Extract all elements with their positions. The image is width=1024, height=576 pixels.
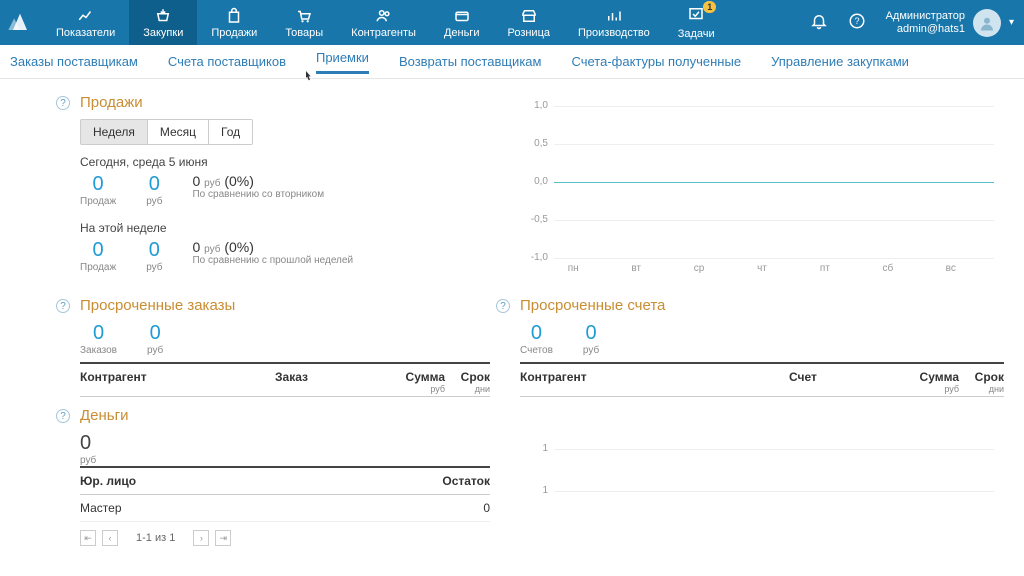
week-caption: На этой неделе (80, 221, 490, 235)
basket-in-icon (153, 7, 173, 25)
nav-money[interactable]: Деньги (430, 0, 494, 45)
seg-year[interactable]: Год (209, 120, 252, 144)
today-count: 0 (80, 173, 116, 196)
nav-purchases[interactable]: Закупки (129, 0, 197, 45)
bell-icon (810, 12, 828, 30)
pager-first[interactable]: ⇤ (80, 530, 96, 546)
user-menu[interactable]: Администраторadmin@hats1 ▾ (876, 9, 1024, 37)
money-widget: ? Деньги 0 руб Юр. лицо Остаток Мастер 0… (80, 407, 490, 546)
nav-sales[interactable]: Продажи (197, 0, 271, 45)
store-icon (519, 7, 539, 25)
nav-indicators[interactable]: Показатели (42, 0, 129, 45)
sub-returns[interactable]: Возвраты поставщикам (399, 54, 542, 69)
period-segment: Неделя Месяц Год (80, 119, 253, 145)
user-name: Администратор (886, 10, 965, 23)
chart-zero-line (554, 182, 994, 183)
user-login: admin@hats1 (886, 23, 965, 36)
wallet-icon (452, 7, 472, 25)
pager-last[interactable]: ⇥ (215, 530, 231, 546)
topbar: Показатели Закупки Продажи Товары Контра… (0, 0, 1024, 45)
nav-production[interactable]: Производство (564, 0, 664, 45)
table-row[interactable]: Мастер 0 (80, 495, 490, 522)
money-header: Юр. лицо Остаток (80, 466, 490, 495)
sub-invoices[interactable]: Счета поставщиков (168, 54, 286, 69)
nav-tasks[interactable]: 1Задачи (664, 0, 729, 45)
sales-title: Продажи (80, 94, 490, 111)
submenu: Заказы поставщикам Счета поставщиков При… (0, 45, 1024, 79)
chart-line-icon (76, 7, 96, 25)
help-button[interactable]: ? (838, 12, 876, 33)
sales-widget: ? Продажи Неделя Месяц Год Сегодня, сред… (80, 94, 490, 287)
sub-receipts[interactable]: Приемки (316, 50, 369, 74)
svg-text:?: ? (854, 16, 859, 26)
overdue-bills-header: Контрагент Счет Суммаруб Срокдни (520, 362, 1004, 397)
seg-month[interactable]: Месяц (148, 120, 209, 144)
overdue-bills-widget: ? Просроченные счета 0Счетов 0руб Контра… (520, 297, 1004, 397)
bag-icon (224, 7, 244, 25)
money-chart: 1 1 (520, 437, 1004, 517)
cart-icon (294, 7, 314, 25)
people-icon (374, 7, 394, 25)
sub-manage[interactable]: Управление закупками (771, 54, 909, 69)
chevron-down-icon: ▾ (1009, 17, 1014, 28)
topbar-right: ? Администраторadmin@hats1 ▾ (800, 0, 1024, 45)
overdue-orders-header: Контрагент Заказ Суммаруб Срокдни (80, 362, 490, 397)
avatar (973, 9, 1001, 37)
help-icon: ? (848, 12, 866, 30)
today-sum: 0 (146, 173, 162, 196)
cursor-pointer-icon (300, 69, 316, 85)
bar-chart-icon (604, 7, 624, 25)
help-money[interactable]: ? (56, 409, 70, 423)
help-overdue-bills[interactable]: ? (496, 299, 510, 313)
nav-counterparties[interactable]: Контрагенты (337, 0, 430, 45)
help-sales[interactable]: ? (56, 96, 70, 110)
pager: ⇤ ‹ 1-1 из 1 › ⇥ (80, 530, 490, 546)
week-count: 0 (80, 239, 116, 262)
week-sum: 0 (146, 239, 162, 262)
overdue-orders-widget: ? Просроченные заказы 0Заказов 0руб Конт… (80, 297, 490, 397)
notifications-button[interactable] (800, 12, 838, 33)
logo-icon (6, 9, 34, 37)
sales-chart: 1,0 0,5 0,0 -0,5 -1,0 пн вт ср чт пт сб … (520, 94, 1004, 274)
pager-next[interactable]: › (193, 530, 209, 546)
sub-orders[interactable]: Заказы поставщикам (10, 54, 138, 69)
main-nav: Показатели Закупки Продажи Товары Контра… (42, 0, 729, 45)
pager-prev[interactable]: ‹ (102, 530, 118, 546)
seg-week[interactable]: Неделя (81, 120, 148, 144)
tasks-badge: 1 (703, 1, 716, 13)
sub-factures[interactable]: Счета-фактуры полученные (571, 54, 741, 69)
nav-retail[interactable]: Розница (493, 0, 564, 45)
user-icon (978, 14, 996, 32)
help-overdue-orders[interactable]: ? (56, 299, 70, 313)
nav-goods[interactable]: Товары (271, 0, 337, 45)
today-caption: Сегодня, среда 5 июня (80, 155, 490, 169)
